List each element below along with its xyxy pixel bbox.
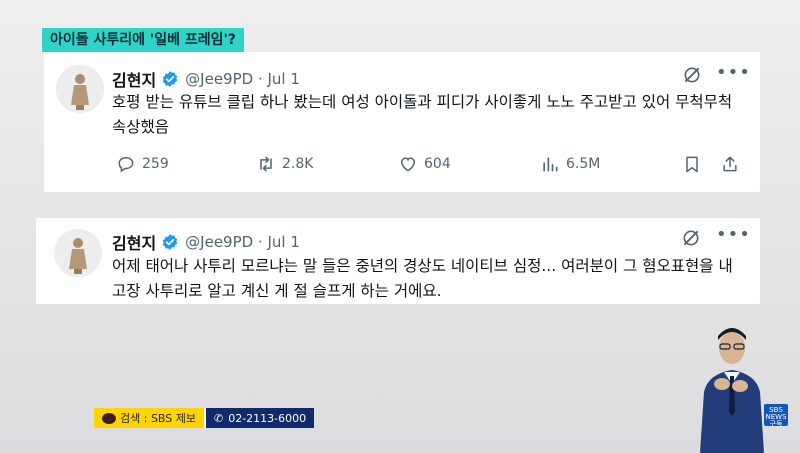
views-count: 6.5M: [566, 156, 601, 172]
author-row: 김현지 @Jee9PD · Jul 1: [112, 230, 300, 254]
reply-icon: [118, 156, 134, 173]
bookmark-button[interactable]: [682, 154, 708, 174]
sbs-badge-line3: 구독: [769, 420, 783, 428]
kakao-talk-icon: [102, 412, 116, 424]
author-row: 김현지 @Jee9PD · Jul 1: [112, 67, 300, 91]
news-headline-caption: 아이돌 사투리에 '일베 프레임'?: [42, 28, 244, 52]
tweet-card[interactable]: 김현지 @Jee9PD · Jul 1 ••• 어제 태어나 사투리 모르냐는 …: [36, 218, 760, 304]
more-options-icon[interactable]: •••: [716, 64, 751, 82]
sign-language-interpreter: [700, 328, 764, 453]
author-handle-date[interactable]: @Jee9PD · Jul 1: [185, 233, 300, 251]
author-name[interactable]: 김현지: [112, 230, 156, 254]
avatar[interactable]: [56, 65, 104, 113]
bookmark-icon: [686, 156, 698, 173]
grok-icon[interactable]: [682, 65, 702, 85]
repost-icon: [260, 156, 272, 172]
phone-icon: ✆: [214, 411, 224, 425]
more-options-icon[interactable]: •••: [716, 226, 751, 244]
heart-icon: [400, 157, 416, 172]
verified-badge-icon: [162, 234, 178, 250]
report-search-tag: 검색 : SBS 제보: [94, 408, 204, 428]
author-handle-date[interactable]: @Jee9PD · Jul 1: [185, 70, 300, 88]
repost-count: 2.8K: [282, 156, 314, 172]
tweet-text: 호평 받는 유튜브 클립 하나 봤는데 여성 아이돌과 피디가 사이좋게 노노 …: [112, 93, 733, 136]
like-button[interactable]: 604: [398, 154, 451, 174]
views-button[interactable]: 6.5M: [540, 154, 600, 174]
reply-count: 259: [142, 156, 169, 172]
report-search-text: 검색 : SBS 제보: [120, 412, 196, 425]
share-icon: [723, 156, 737, 172]
avatar[interactable]: [54, 229, 102, 277]
views-chart-icon: [543, 157, 558, 172]
reply-button[interactable]: 259: [116, 154, 169, 174]
share-button[interactable]: [720, 154, 746, 174]
verified-badge-icon: [162, 71, 178, 87]
sbs-news-subscribe-badge[interactable]: SBS NEWS 구독: [764, 404, 788, 428]
grok-icon[interactable]: [681, 228, 701, 248]
like-count: 604: [424, 156, 451, 172]
report-phone-tag: ✆ 02-2113-6000: [204, 408, 315, 428]
tweet-card[interactable]: 김현지 @Jee9PD · Jul 1 ••• 호평 받는 유튜브 클립 하나 …: [44, 52, 760, 192]
tweet-actions: 259 2.8K 604 6.5M: [116, 154, 752, 180]
tweet-text: 어제 태어나 사투리 모르냐는 말 들은 중년의 경상도 네이티브 심정... …: [112, 257, 733, 300]
author-name[interactable]: 김현지: [112, 67, 156, 91]
news-ticker: 검색 : SBS 제보 ✆ 02-2113-6000: [94, 408, 315, 428]
report-phone-number: 02-2113-6000: [228, 411, 307, 425]
repost-button[interactable]: 2.8K: [256, 154, 313, 174]
